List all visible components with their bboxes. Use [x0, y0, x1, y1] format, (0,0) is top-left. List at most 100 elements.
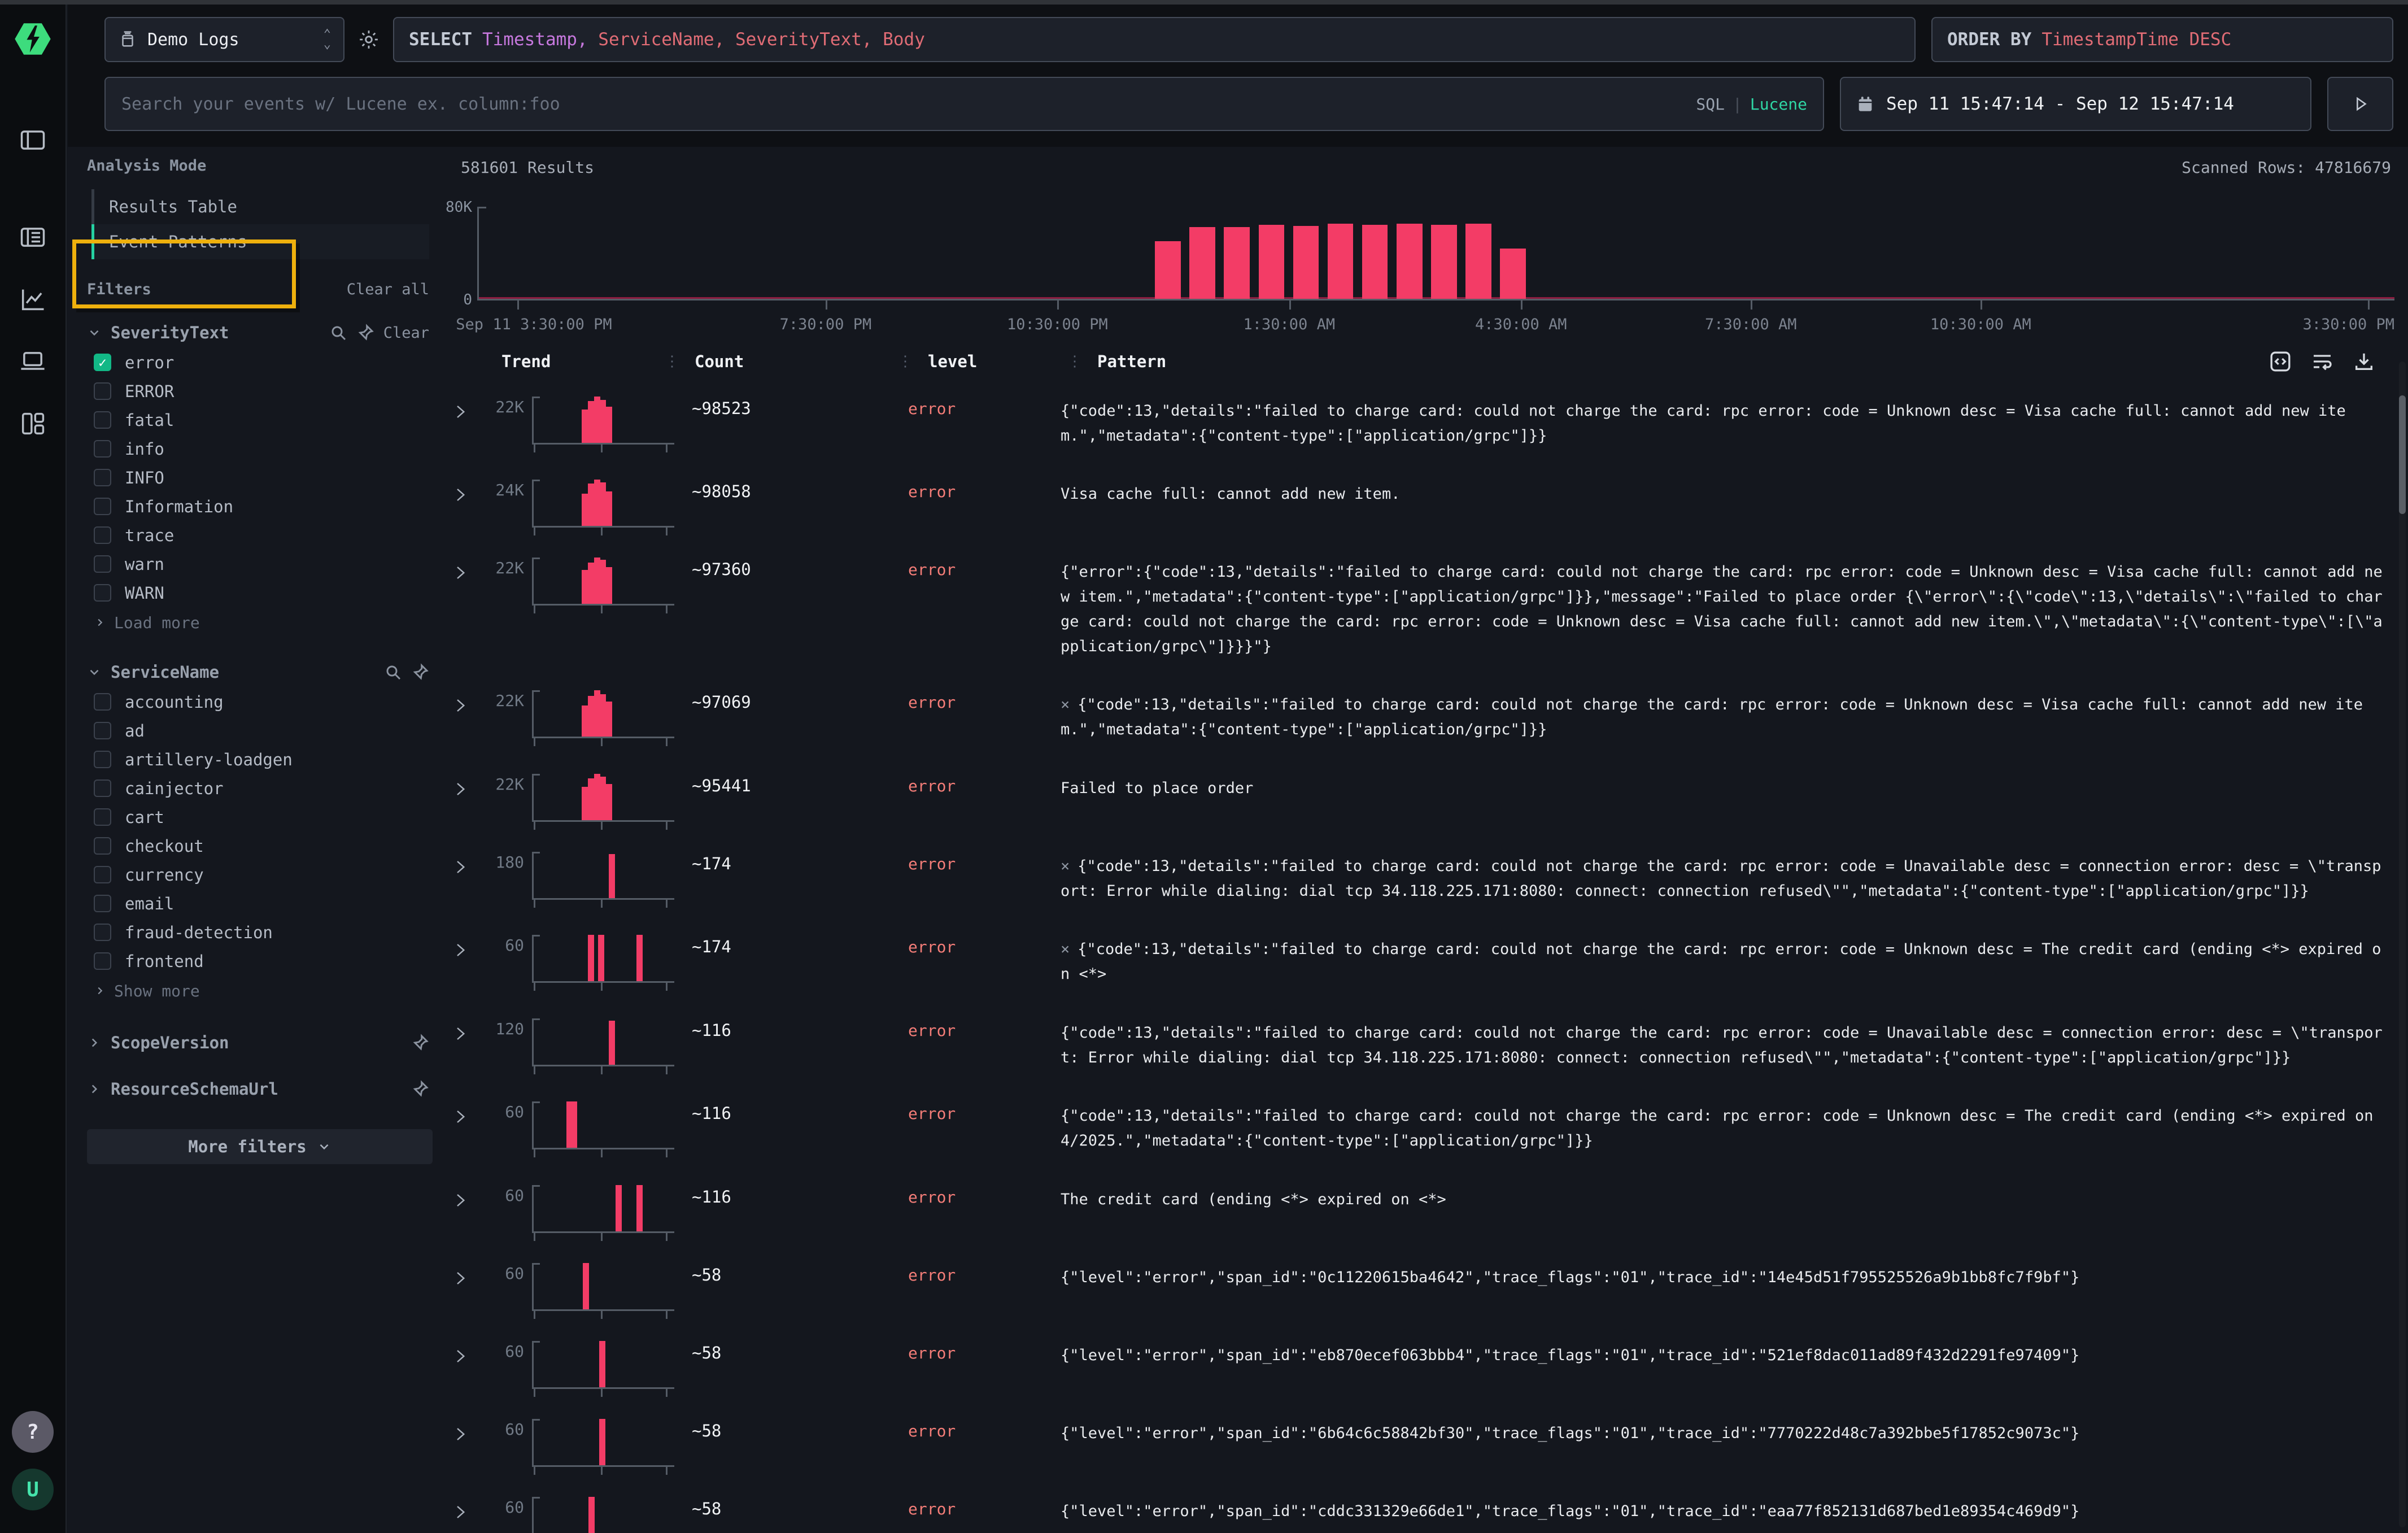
analysis-mode-option-event-patterns[interactable]: Event Patterns — [91, 224, 429, 259]
search-icon[interactable] — [329, 324, 347, 342]
pattern-row[interactable]: 60~58error{"level":"error","span_id":"eb… — [446, 1324, 2398, 1402]
sidebar-toggle-icon[interactable] — [18, 125, 47, 155]
service-show-more[interactable]: Show more — [87, 975, 429, 1006]
chart-explorer-icon[interactable] — [18, 285, 47, 314]
row-expand-icon[interactable] — [452, 563, 469, 582]
pin-icon[interactable] — [411, 663, 429, 681]
checkbox-unchecked[interactable] — [94, 693, 111, 711]
filter-option-artillery-loadgen[interactable]: artillery-loadgen — [87, 745, 429, 774]
sql-mode-button[interactable]: SQL — [1696, 95, 1725, 114]
view-source-icon[interactable] — [2269, 350, 2292, 373]
filter-option-info[interactable]: info — [87, 434, 429, 463]
filter-option-checkout[interactable]: checkout — [87, 831, 429, 860]
pattern-row[interactable]: 60~58error{"level":"error","span_id":"6b… — [446, 1402, 2398, 1480]
filter-option-fraud-detection[interactable]: fraud-detection — [87, 918, 429, 947]
sessions-icon[interactable] — [18, 347, 47, 376]
pattern-row[interactable]: 60~174error×{"code":13,"details":"failed… — [446, 918, 2398, 1001]
run-query-button[interactable] — [2327, 77, 2393, 131]
filter-option-Information[interactable]: Information — [87, 492, 429, 521]
checkbox-unchecked[interactable] — [94, 584, 111, 602]
column-header-trend[interactable]: Trend — [501, 352, 551, 371]
row-expand-icon[interactable] — [452, 1024, 469, 1043]
service-group-title[interactable]: ServiceName — [111, 663, 375, 682]
row-expand-icon[interactable] — [452, 1347, 469, 1366]
filter-option-INFO[interactable]: INFO — [87, 463, 429, 492]
pattern-row[interactable]: 22K~97069error×{"code":13,"details":"fai… — [446, 673, 2398, 756]
row-expand-icon[interactable] — [452, 779, 469, 799]
checkbox-unchecked[interactable] — [94, 555, 111, 573]
checkbox-unchecked[interactable] — [94, 498, 111, 515]
filter-option-accounting[interactable]: accounting — [87, 687, 429, 716]
column-header-pattern[interactable]: Pattern — [1083, 352, 2269, 371]
pattern-row[interactable]: 22K~98523error{"code":13,"details":"fail… — [446, 380, 2398, 463]
filter-option-ad[interactable]: ad — [87, 716, 429, 745]
checkbox-unchecked[interactable] — [94, 440, 111, 458]
download-icon[interactable] — [2353, 350, 2375, 373]
filter-option-currency[interactable]: currency — [87, 860, 429, 889]
checkbox-unchecked[interactable] — [94, 924, 111, 941]
column-header-count[interactable]: Count — [680, 352, 897, 371]
wrap-lines-icon[interactable] — [2311, 350, 2333, 373]
row-expand-icon[interactable] — [452, 485, 469, 504]
source-settings-button[interactable] — [344, 28, 393, 51]
row-expand-icon[interactable] — [452, 402, 469, 421]
analysis-mode-option-results-table[interactable]: Results Table — [91, 189, 429, 224]
checkbox-unchecked[interactable] — [94, 722, 111, 739]
checkbox-unchecked[interactable] — [94, 469, 111, 486]
more-filters-button[interactable]: More filters — [87, 1129, 433, 1164]
column-resize-handle[interactable]: ⋮ — [664, 353, 680, 370]
select-clause-editor[interactable]: SELECT Timestamp, ServiceName, SeverityT… — [393, 17, 1916, 62]
checkbox-unchecked[interactable] — [94, 837, 111, 855]
severity-clear-button[interactable]: Clear — [383, 324, 429, 342]
filter-option-cainjector[interactable]: cainjector — [87, 774, 429, 803]
checkbox-unchecked[interactable] — [94, 808, 111, 826]
pin-icon[interactable] — [356, 324, 374, 342]
scope-version-group[interactable]: ScopeVersion — [87, 1033, 429, 1052]
pattern-row[interactable]: 120~116error{"code":13,"details":"failed… — [446, 1001, 2398, 1085]
column-header-level[interactable]: level — [914, 352, 1066, 371]
checkbox-unchecked[interactable] — [94, 895, 111, 912]
pin-icon[interactable] — [411, 1080, 429, 1098]
scrollbar-thumb[interactable] — [2399, 395, 2406, 514]
filter-option-WARN[interactable]: WARN — [87, 578, 429, 607]
column-resize-handle[interactable]: ⋮ — [897, 353, 914, 370]
filter-option-ERROR[interactable]: ERROR — [87, 377, 429, 406]
pattern-row[interactable]: 22K~95441errorFailed to place order — [446, 757, 2398, 835]
chevron-down-icon[interactable] — [87, 665, 102, 680]
source-select[interactable]: Demo Logs ⌃⌄ — [104, 17, 344, 62]
filter-option-warn[interactable]: warn — [87, 550, 429, 578]
clear-all-filters-button[interactable]: Clear all — [347, 281, 429, 298]
filter-option-cart[interactable]: cart — [87, 803, 429, 831]
resource-schema-group[interactable]: ResourceSchemaUrl — [87, 1079, 429, 1099]
checkbox-unchecked[interactable] — [94, 866, 111, 883]
filter-option-email[interactable]: email — [87, 889, 429, 918]
user-avatar[interactable]: U — [12, 1469, 54, 1510]
checkbox-unchecked[interactable] — [94, 411, 111, 429]
lucene-mode-button[interactable]: Lucene — [1750, 95, 1807, 114]
checkbox-checked[interactable]: ✓ — [94, 354, 111, 371]
checkbox-unchecked[interactable] — [94, 526, 111, 544]
severity-group-title[interactable]: SeverityText — [111, 323, 320, 342]
row-expand-icon[interactable] — [452, 696, 469, 715]
row-expand-icon[interactable] — [452, 1502, 469, 1522]
severity-load-more[interactable]: Load more — [87, 607, 429, 638]
pattern-row[interactable]: 24K~98058errorVisa cache full: cannot ad… — [446, 463, 2398, 541]
row-expand-icon[interactable] — [452, 1191, 469, 1210]
hyperdx-logo-icon[interactable] — [14, 20, 51, 58]
pin-icon[interactable] — [411, 1034, 429, 1052]
row-expand-icon[interactable] — [452, 1269, 469, 1288]
row-expand-icon[interactable] — [452, 1107, 469, 1126]
pattern-row[interactable]: 22K~97360error{"error":{"code":13,"detai… — [446, 541, 2398, 673]
dashboards-icon[interactable] — [18, 409, 47, 438]
pattern-row[interactable]: 60~116errorThe credit card (ending <*> e… — [446, 1168, 2398, 1246]
pattern-row[interactable]: 60~116error{"code":13,"details":"failed … — [446, 1085, 2398, 1168]
checkbox-unchecked[interactable] — [94, 779, 111, 797]
column-resize-handle[interactable]: ⋮ — [1066, 353, 1083, 370]
filter-option-fatal[interactable]: fatal — [87, 406, 429, 434]
order-by-editor[interactable]: ORDER BY TimestampTime DESC — [1931, 17, 2393, 62]
pattern-row[interactable]: 60~58error{"level":"error","span_id":"cd… — [446, 1480, 2398, 1533]
search-logs-icon[interactable] — [18, 223, 47, 252]
chevron-down-icon[interactable] — [87, 325, 102, 340]
checkbox-unchecked[interactable] — [94, 382, 111, 400]
row-expand-icon[interactable] — [452, 857, 469, 877]
